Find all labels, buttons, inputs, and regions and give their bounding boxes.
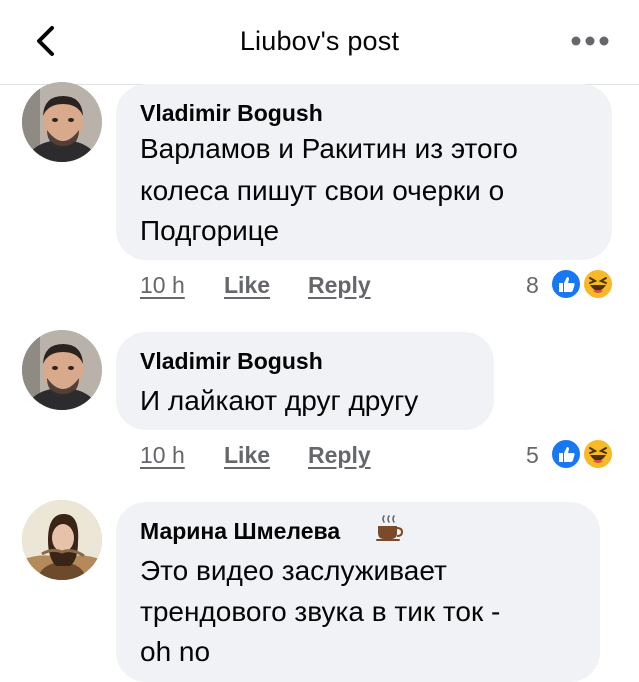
- coffee-cup-icon: [376, 515, 404, 541]
- like-button[interactable]: Like: [224, 272, 270, 299]
- haha-icon[interactable]: [582, 268, 614, 300]
- page-title: Liubov's post: [239, 26, 400, 56]
- comment-text-line: трендового звука в тик ток -: [140, 596, 501, 627]
- reply-button[interactable]: Reply: [308, 442, 371, 469]
- avatar[interactable]: [22, 330, 102, 410]
- like-icon[interactable]: [550, 438, 582, 470]
- comment-author[interactable]: Vladimir Bogush: [140, 100, 323, 127]
- comment-text-line: колеса пишут свои очерки о: [140, 175, 505, 206]
- more-options-icon[interactable]: [570, 36, 610, 46]
- comment-timestamp[interactable]: 10 h: [140, 272, 185, 299]
- comment-text-line: И лайкают друг другу: [140, 385, 419, 416]
- reaction-count[interactable]: 5: [526, 442, 539, 469]
- comment-author[interactable]: Vladimir Bogush: [140, 348, 323, 375]
- avatar[interactable]: [22, 500, 102, 580]
- comment-text-line: oh no: [140, 636, 211, 667]
- comment-text-line: Варламов и Ракитин из этого: [140, 133, 518, 164]
- comment-timestamp[interactable]: 10 h: [140, 442, 185, 469]
- haha-icon[interactable]: [582, 438, 614, 470]
- comment-text-line: Подгорице: [140, 215, 280, 246]
- comment-text-line: Это видео заслуживает: [140, 555, 447, 586]
- comment-author[interactable]: Марина Шмелева: [140, 518, 340, 545]
- avatar[interactable]: [22, 82, 102, 162]
- top-bar: Liubov's post: [0, 0, 639, 85]
- reply-button[interactable]: Reply: [308, 272, 371, 299]
- like-icon[interactable]: [550, 268, 582, 300]
- reaction-count[interactable]: 8: [526, 272, 539, 299]
- like-button[interactable]: Like: [224, 442, 270, 469]
